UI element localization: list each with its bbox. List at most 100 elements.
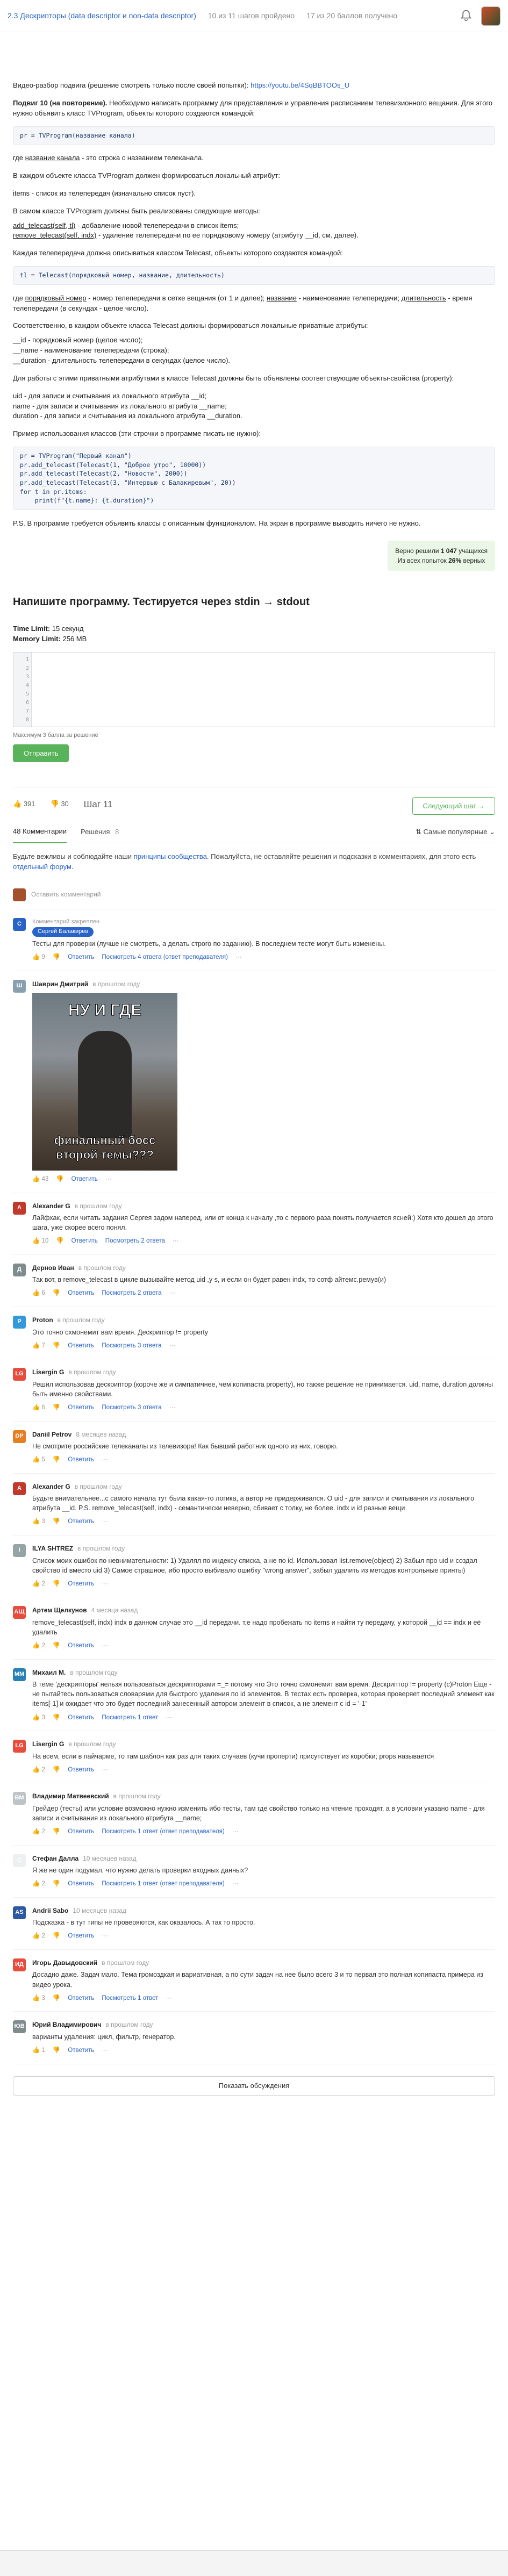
reply-button[interactable]: Ответить: [68, 953, 94, 962]
comment-author[interactable]: Alexander G: [32, 1202, 70, 1210]
reply-button[interactable]: Ответить: [68, 1403, 94, 1412]
dislike-button[interactable]: 👎 30: [51, 799, 69, 809]
more-icon[interactable]: ···: [102, 1932, 108, 1941]
more-icon[interactable]: ···: [105, 1175, 112, 1184]
reply-button[interactable]: Ответить: [68, 1517, 94, 1526]
rules-link[interactable]: принципы сообщества: [134, 852, 207, 860]
comment-like-button[interactable]: 👍 43: [32, 1175, 48, 1184]
comment-author[interactable]: Lisergin G: [32, 1740, 64, 1748]
tab-solutions[interactable]: Решения 8: [81, 822, 119, 843]
comment-author[interactable]: Proton: [32, 1316, 53, 1324]
comment-like-button[interactable]: 👍 2: [32, 1827, 45, 1836]
comment-dislike-button[interactable]: 👎: [53, 1879, 60, 1889]
view-replies-link[interactable]: Посмотреть 2 ответа: [102, 1289, 161, 1298]
more-icon[interactable]: ···: [166, 1713, 172, 1723]
comment-like-button[interactable]: 👍 7: [32, 1341, 45, 1351]
comment-avatar[interactable]: ВМ: [13, 1792, 26, 1805]
comment-like-button[interactable]: 👍 3: [32, 1713, 45, 1723]
comment-avatar[interactable]: LG: [13, 1740, 26, 1753]
comment-dislike-button[interactable]: 👎: [53, 1994, 60, 2003]
bell-icon[interactable]: [459, 9, 474, 24]
forum-link[interactable]: отдельный форум: [13, 863, 71, 871]
comment-avatar[interactable]: ММ: [13, 1668, 26, 1681]
comment-avatar[interactable]: АЩ: [13, 1606, 26, 1619]
view-replies-link[interactable]: Посмотреть 1 ответ (ответ преподавателя): [102, 1827, 224, 1836]
comment-author[interactable]: Alexander G: [32, 1483, 70, 1490]
more-icon[interactable]: ···: [102, 1641, 108, 1651]
comment-author[interactable]: Lisergin G: [32, 1368, 64, 1376]
reply-button[interactable]: Ответить: [71, 1175, 98, 1184]
comment-avatar[interactable]: AS: [13, 1906, 26, 1919]
view-replies-link[interactable]: Посмотреть 1 ответ: [102, 1713, 158, 1723]
comment-dislike-button[interactable]: 👎: [53, 2046, 60, 2055]
comment-avatar[interactable]: ЮВ: [13, 2020, 26, 2034]
more-icon[interactable]: ···: [169, 1341, 176, 1351]
comment-dislike-button[interactable]: 👎: [56, 1175, 63, 1184]
comment-avatar[interactable]: A: [13, 1482, 26, 1495]
comment-dislike-button[interactable]: 👎: [53, 1827, 60, 1836]
next-step-button[interactable]: Следующий шаг →: [412, 797, 495, 815]
comment-avatar[interactable]: С: [13, 1854, 26, 1867]
more-icon[interactable]: ···: [102, 2046, 108, 2055]
new-comment-box[interactable]: Оставить комментарий: [13, 886, 495, 909]
more-icon[interactable]: ···: [169, 1289, 176, 1298]
more-icon[interactable]: ···: [102, 1580, 108, 1589]
comment-author[interactable]: ILYA SHTREZ: [32, 1545, 73, 1552]
comment-like-button[interactable]: 👍 10: [32, 1237, 48, 1246]
comment-dislike-button[interactable]: 👎: [56, 1237, 63, 1246]
comment-author[interactable]: Шаврин Дмитрий: [32, 980, 88, 988]
comment-author[interactable]: Andrii Sabo: [32, 1907, 68, 1914]
comment-dislike-button[interactable]: 👎: [53, 1341, 60, 1351]
comment-author[interactable]: Дернов Иван: [32, 1264, 74, 1272]
reply-button[interactable]: Ответить: [68, 1289, 94, 1298]
more-icon[interactable]: ···: [232, 1827, 239, 1836]
reply-button[interactable]: Ответить: [68, 1455, 94, 1465]
comment-dislike-button[interactable]: 👎: [53, 1713, 60, 1723]
more-icon[interactable]: ···: [102, 1517, 108, 1526]
submit-button[interactable]: Отправить: [13, 744, 69, 762]
comment-like-button[interactable]: 👍 3: [32, 1517, 45, 1526]
view-replies-link[interactable]: Посмотреть 1 ответ: [102, 1994, 158, 2003]
comment-dislike-button[interactable]: 👎: [53, 1289, 60, 1298]
view-replies-link[interactable]: Посмотреть 4 ответа (ответ преподавателя…: [102, 953, 228, 962]
like-button[interactable]: 👍 391: [13, 799, 35, 809]
comment-dislike-button[interactable]: 👎: [53, 1580, 60, 1589]
comment-author[interactable]: Игорь Давыдовский: [32, 1959, 97, 1967]
reply-button[interactable]: Ответить: [68, 2046, 94, 2055]
comment-like-button[interactable]: 👍 3: [32, 1994, 45, 2003]
comment-dislike-button[interactable]: 👎: [53, 953, 60, 962]
comment-avatar[interactable]: ИД: [13, 1958, 26, 1972]
more-icon[interactable]: ···: [235, 953, 242, 962]
sort-dropdown[interactable]: ⇅ Самые популярные ⌄: [416, 827, 495, 837]
comment-like-button[interactable]: 👍 1: [32, 2046, 45, 2055]
comment-like-button[interactable]: 👍 6: [32, 1403, 45, 1412]
user-avatar[interactable]: [481, 6, 500, 26]
view-replies-link[interactable]: Посмотреть 3 ответа: [102, 1341, 161, 1351]
comment-like-button[interactable]: 👍 9: [32, 953, 45, 962]
reply-button[interactable]: Ответить: [71, 1237, 98, 1246]
reply-button[interactable]: Ответить: [68, 1879, 94, 1889]
comment-like-button[interactable]: 👍 6: [32, 1289, 45, 1298]
comment-author[interactable]: Юрий Владимирович: [32, 2021, 101, 2028]
comment-like-button[interactable]: 👍 5: [32, 1455, 45, 1465]
lesson-title[interactable]: 2.3 Дескрипторы (data descriptor и non-d…: [8, 11, 196, 20]
video-link[interactable]: https://youtu.be/4SqBBTOOs_U: [251, 81, 349, 89]
comment-like-button[interactable]: 👍 2: [32, 1580, 45, 1589]
tab-comments[interactable]: 48 Комментарии: [13, 821, 67, 844]
more-icon[interactable]: ···: [169, 1403, 176, 1412]
comment-avatar[interactable]: С: [13, 917, 26, 931]
editor-area[interactable]: [32, 652, 495, 727]
more-icon[interactable]: ···: [102, 1455, 108, 1465]
more-icon[interactable]: ···: [166, 1994, 172, 2003]
comment-dislike-button[interactable]: 👎: [53, 1455, 60, 1465]
comment-like-button[interactable]: 👍 2: [32, 1766, 45, 1775]
more-icon[interactable]: ···: [232, 1879, 239, 1889]
comment-avatar[interactable]: Д: [13, 1263, 26, 1276]
more-icon[interactable]: ···: [102, 1766, 108, 1775]
comment-avatar[interactable]: A: [13, 1201, 26, 1215]
comment-avatar[interactable]: Ш: [13, 979, 26, 993]
show-discussions-button[interactable]: Показать обсуждения: [13, 2076, 495, 2096]
view-replies-link[interactable]: Посмотреть 1 ответ (ответ преподавателя): [102, 1879, 224, 1889]
comment-avatar[interactable]: I: [13, 1544, 26, 1558]
comment-author[interactable]: Сергей Балакирев: [32, 927, 94, 937]
